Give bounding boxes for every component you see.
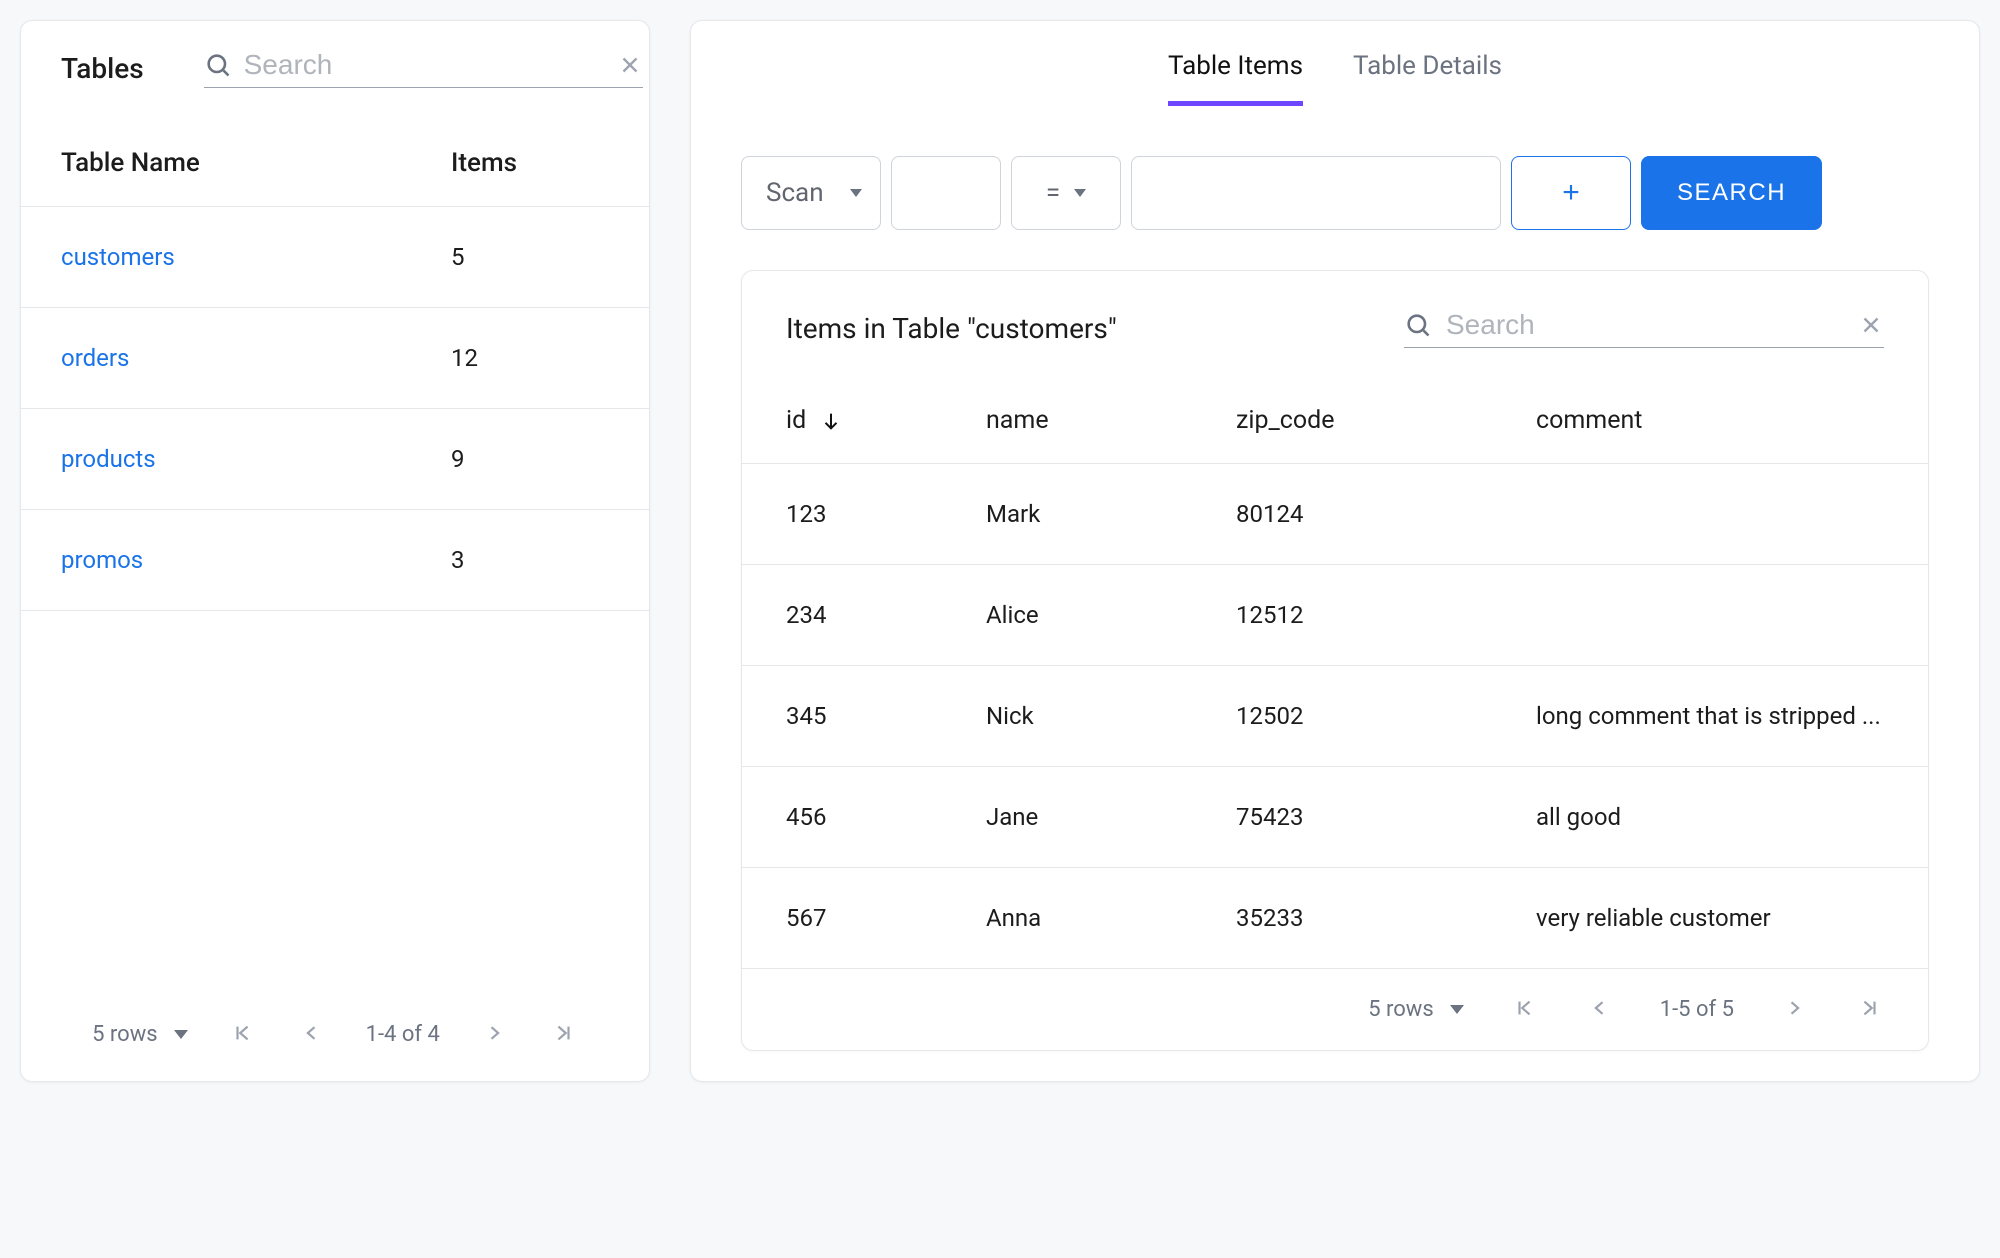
tables-pagination: 5 rows 1-4 of 4 [21, 988, 649, 1081]
scan-mode-select[interactable]: Scan [741, 156, 881, 230]
rows-per-page-select[interactable]: 5 rows [92, 1022, 188, 1047]
tab-table-items[interactable]: Table Items [1168, 51, 1303, 106]
tables-title: Tables [61, 52, 144, 85]
tables-search-input[interactable] [244, 49, 605, 81]
cell-id: 345 [786, 702, 986, 730]
table-row[interactable]: customers 5 [21, 206, 649, 307]
table-row[interactable]: orders 12 [21, 307, 649, 408]
items-card: Items in Table "customers" id [741, 270, 1929, 1051]
items-col-name[interactable]: name [986, 406, 1236, 435]
page-range: 1-5 of 5 [1660, 997, 1734, 1022]
filter-value-input[interactable] [1132, 157, 1500, 229]
table-items-count: 5 [451, 243, 609, 271]
table-link-orders[interactable]: orders [61, 344, 129, 372]
search-button[interactable]: SEARCH [1641, 156, 1822, 230]
table-link-customers[interactable]: customers [61, 243, 175, 271]
cell-zip: 12502 [1236, 702, 1536, 730]
prev-page-button[interactable] [1586, 994, 1614, 1025]
items-col-id[interactable]: id [786, 406, 986, 435]
last-page-button[interactable] [548, 1018, 578, 1051]
clear-icon[interactable] [617, 52, 643, 78]
rows-per-page-label: 5 rows [1368, 997, 1434, 1022]
cell-name: Anna [986, 904, 1236, 932]
items-col-id-label: id [786, 406, 806, 435]
chevron-down-icon [850, 189, 862, 197]
cell-name: Nick [986, 702, 1236, 730]
attribute-select[interactable] [891, 156, 1001, 230]
next-page-button[interactable] [1780, 994, 1808, 1025]
operator-label: = [1046, 178, 1060, 208]
tables-col-items[interactable]: Items [451, 148, 609, 178]
scan-mode-label: Scan [766, 178, 824, 208]
items-row[interactable]: 345 Nick 12502 long comment that is stri… [742, 666, 1928, 767]
items-col-zip[interactable]: zip_code [1236, 406, 1536, 435]
items-pagination: 5 rows 1-5 of 5 [742, 969, 1928, 1050]
items-row[interactable]: 234 Alice 12512 [742, 565, 1928, 666]
tables-panel: Tables Table Name Items customers 5 orde… [20, 20, 650, 1082]
items-title: Items in Table "customers" [786, 312, 1364, 345]
search-icon [1404, 311, 1432, 339]
cell-id: 456 [786, 803, 986, 831]
tab-table-details[interactable]: Table Details [1353, 51, 1502, 106]
chevron-down-icon [1074, 189, 1086, 197]
prev-page-button[interactable] [298, 1019, 326, 1050]
filter-value-field[interactable] [1131, 156, 1501, 230]
table-link-products[interactable]: products [61, 445, 156, 473]
table-link-promos[interactable]: promos [61, 546, 143, 574]
table-items-count: 9 [451, 445, 609, 473]
query-filter-row: Scan = + SEARCH [691, 106, 1979, 270]
table-row[interactable]: products 9 [21, 408, 649, 509]
items-row[interactable]: 123 Mark 80124 [742, 464, 1928, 565]
cell-id: 567 [786, 904, 986, 932]
first-page-button[interactable] [228, 1018, 258, 1051]
items-row[interactable]: 456 Jane 75423 all good [742, 767, 1928, 868]
page-range: 1-4 of 4 [366, 1022, 440, 1047]
table-items-count: 3 [451, 546, 609, 574]
search-icon [204, 51, 232, 79]
first-page-button[interactable] [1510, 993, 1540, 1026]
cell-comment: very reliable customer [1536, 904, 1884, 932]
cell-id: 234 [786, 601, 986, 629]
cell-comment [1536, 500, 1884, 528]
items-row[interactable]: 567 Anna 35233 very reliable customer [742, 868, 1928, 969]
chevron-down-icon [1450, 1005, 1464, 1014]
sort-arrow-down-icon [820, 410, 842, 432]
cell-id: 123 [786, 500, 986, 528]
table-items-count: 12 [451, 344, 609, 372]
cell-comment: all good [1536, 803, 1884, 831]
tables-search[interactable] [204, 49, 643, 88]
cell-zip: 80124 [1236, 500, 1536, 528]
table-row[interactable]: promos 3 [21, 509, 649, 611]
chevron-down-icon [174, 1030, 188, 1039]
table-detail-panel: Table Items Table Details Scan = + SEARC… [690, 20, 1980, 1082]
items-search-input[interactable] [1446, 309, 1844, 341]
add-filter-button[interactable]: + [1511, 156, 1631, 230]
rows-per-page-label: 5 rows [92, 1022, 158, 1047]
tables-col-name[interactable]: Table Name [61, 148, 451, 178]
last-page-button[interactable] [1854, 993, 1884, 1026]
cell-name: Alice [986, 601, 1236, 629]
cell-comment: long comment that is stripped ... [1536, 702, 1884, 730]
cell-zip: 12512 [1236, 601, 1536, 629]
cell-comment [1536, 601, 1884, 629]
clear-icon[interactable] [1858, 312, 1884, 338]
rows-per-page-select[interactable]: 5 rows [1368, 997, 1464, 1022]
items-col-comment[interactable]: comment [1536, 406, 1884, 435]
cell-name: Jane [986, 803, 1236, 831]
cell-name: Mark [986, 500, 1236, 528]
items-search[interactable] [1404, 309, 1884, 348]
next-page-button[interactable] [480, 1019, 508, 1050]
cell-zip: 75423 [1236, 803, 1536, 831]
operator-select[interactable]: = [1011, 156, 1121, 230]
cell-zip: 35233 [1236, 904, 1536, 932]
